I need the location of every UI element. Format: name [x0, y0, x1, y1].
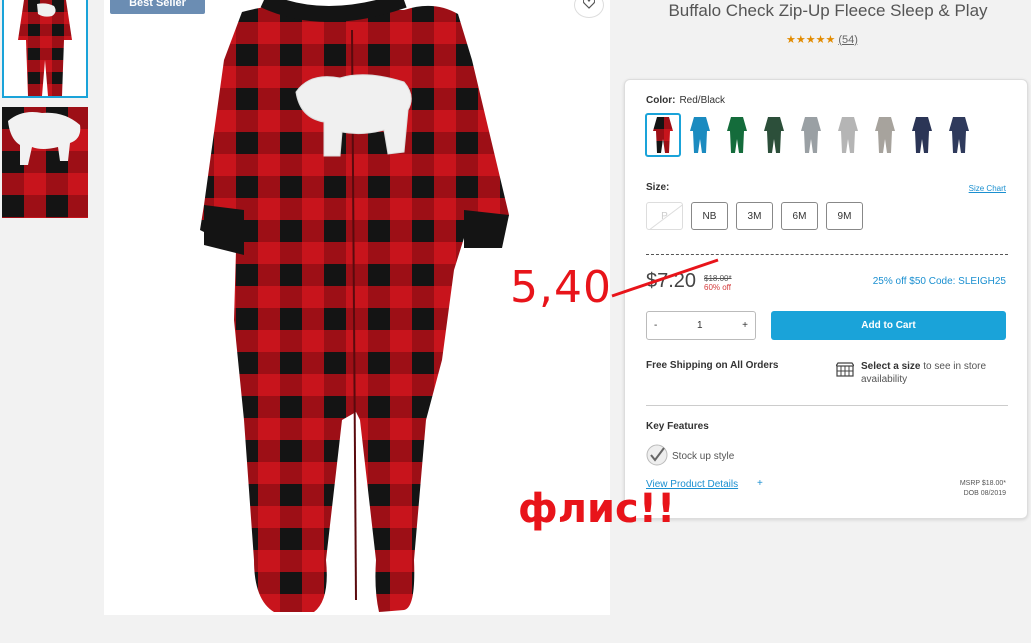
color-swatch-red-black-check[interactable]: [645, 113, 681, 157]
color-swatch-blue[interactable]: [682, 113, 718, 157]
discount-percent: 60% off: [704, 283, 731, 292]
romper-icon: [727, 117, 747, 153]
romper-icon: [875, 117, 895, 153]
star-rating-icon: ★★★★★: [786, 34, 836, 46]
feature-item: Stock up style: [646, 444, 734, 469]
add-to-cart-button[interactable]: Add to Cart: [771, 311, 1006, 340]
rating: ★★★★★ (54): [786, 33, 858, 47]
msrp-text: MSRP $18.00*: [959, 480, 1006, 487]
store-availability-bold: Select a size: [861, 361, 921, 372]
divider: [646, 405, 1008, 406]
best-seller-badge: Best Seller: [110, 0, 205, 14]
color-label: Color:: [646, 95, 676, 106]
romper-icon: [801, 117, 821, 153]
heart-icon: [582, 0, 596, 14]
sale-price: $7.20: [646, 270, 697, 292]
promo-code: 25% off $50 Code: SLEIGH25: [872, 276, 1006, 287]
romper-icon: [653, 117, 673, 153]
divider: [646, 254, 1008, 255]
key-features-heading: Key Features: [646, 421, 709, 432]
size-option-9m[interactable]: 9M: [826, 202, 863, 230]
original-price: $18.00*: [704, 274, 732, 283]
feature-text: Stock up style: [672, 451, 735, 462]
color-swatch-navy[interactable]: [904, 113, 940, 157]
purchase-panel: Color: Red/Black Size: Size Chart P NB 3M…: [624, 79, 1028, 519]
romper-icon: [764, 117, 784, 153]
size-label: Size:: [646, 182, 670, 193]
color-swatch-grey-stripe[interactable]: [793, 113, 829, 157]
thumbnail-2[interactable]: [2, 107, 88, 218]
size-option-3m[interactable]: 3M: [736, 202, 773, 230]
romper-icon: [838, 117, 858, 153]
romper-icon: [690, 117, 710, 153]
quantity-increase-button[interactable]: +: [742, 320, 748, 331]
free-shipping-text: Free Shipping on All Orders: [646, 360, 779, 371]
romper-icon: [949, 117, 969, 153]
color-swatches: [645, 113, 978, 157]
romper-icon: [912, 117, 932, 153]
quantity-stepper: - 1 +: [646, 311, 756, 340]
size-chart-link[interactable]: Size Chart: [969, 184, 1006, 193]
size-option-6m[interactable]: 6M: [781, 202, 818, 230]
dob-text: DOB 08/2019: [963, 490, 1006, 497]
size-option-nb[interactable]: NB: [691, 202, 728, 230]
store-availability[interactable]: Select a size to see in store availabili…: [861, 360, 1011, 386]
msrp-info: MSRP $18.00* DOB 08/2019: [960, 479, 1006, 499]
color-swatch-grey-print[interactable]: [867, 113, 903, 157]
quantity-decrease-button[interactable]: -: [654, 320, 657, 331]
plus-icon[interactable]: +: [757, 478, 763, 489]
color-label-row: Color: Red/Black: [646, 95, 725, 106]
color-swatch-green[interactable]: [719, 113, 755, 157]
color-value: Red/Black: [679, 95, 726, 106]
store-icon: [835, 362, 855, 382]
thumbnail-1[interactable]: [2, 0, 88, 98]
annotation-note: флис!!: [518, 486, 676, 532]
quantity-value[interactable]: 1: [697, 320, 703, 331]
review-count-link[interactable]: (54): [838, 34, 858, 46]
size-options: P NB 3M 6M 9M: [646, 202, 863, 230]
color-swatch-grey-white-stripe[interactable]: [830, 113, 866, 157]
checkmark-icon: [646, 444, 668, 469]
color-swatch-navy-print[interactable]: [941, 113, 977, 157]
color-swatch-green-stripe[interactable]: [756, 113, 792, 157]
size-option-p[interactable]: P: [646, 202, 683, 230]
annotation-new-price: 5,40: [510, 262, 612, 313]
product-title: Buffalo Check Zip-Up Fleece Sleep & Play: [668, 1, 988, 20]
